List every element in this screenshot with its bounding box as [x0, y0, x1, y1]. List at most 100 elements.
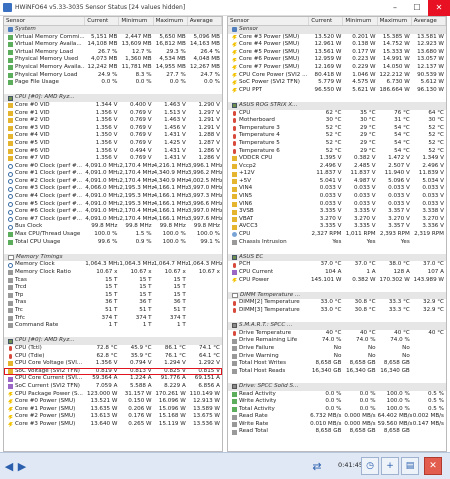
sensor-row[interactable]: AVCC3 3.335 V 3.335 V 3.357 V 3.336 V: [228, 223, 446, 231]
sensor-row[interactable]: Core #1 VID 1.356 V 0.769 V 1.513 V 1.297 V: [4, 110, 222, 118]
col-minimum[interactable]: Minimum: [119, 17, 154, 25]
sensor-row[interactable]: Core #7 Clock (perf #... 4,091.0 MHz 2,170…: [4, 216, 222, 224]
sensor-row[interactable]: Drive Remaining Life 74.0 % 74.0 % 74.0 %: [228, 337, 446, 345]
sensor-row[interactable]: Virtual Memory Commi... 5,151 MB 2,447 MB 5…: [4, 34, 222, 42]
sensor-row[interactable]: VIN4 0.033 V 0.033 V 0.033 V 0.033 V: [228, 185, 446, 193]
sensor-group-header[interactable]: CPU [#0]: AMD Ryz...: [4, 337, 222, 345]
sensor-row[interactable]: CPU Current 104 A 1 A 128 A 107 A: [228, 269, 446, 277]
sensor-row[interactable]: Total CPU Usage 99.6 % 0.9 % 100.0 % 99.1 %: [4, 239, 222, 247]
sensor-row[interactable]: Page File Usage 0.0 % 0.0 % 0.0 % 0.0 %: [4, 79, 222, 87]
sensor-row[interactable]: CPU Package Power (S... 123.000 W 31.157 W…: [4, 391, 222, 399]
sensor-row[interactable]: Core #7 Power (SMU) 12.169 W 0.229 W 14.050…: [228, 64, 446, 72]
sensor-row[interactable]: Core #2 Clock (perf #... 4,091.0 MHz 2,170…: [4, 178, 222, 186]
sensor-row[interactable]: Trp 15 T 15 T 15 T: [4, 292, 222, 300]
sensor-row[interactable]: Physical Memory Used 4,073 MB 1,360 MB 4,53…: [4, 56, 222, 64]
sensor-row[interactable]: Core #1 Power (SMU) 13.635 W 0.206 W 15.096…: [4, 406, 222, 414]
sensor-group-header[interactable]: Sensor: [228, 26, 446, 34]
sensor-row[interactable]: Write Activity 0.0 % 0.0 % 100.0 % 0.5 %: [228, 398, 446, 406]
sensor-row[interactable]: CPU 2,327 RPM 1,011 RPM 2,393 RPM 2,319 RPM: [228, 231, 446, 239]
sensor-table-left[interactable]: Sensor Current Minimum Maximum Average S…: [3, 16, 223, 452]
sensor-row[interactable]: Read Activity 0.0 % 0.0 % 100.0 % 0.5 %: [228, 391, 446, 399]
sensor-row[interactable]: Core #3 VID 1.356 V 0.769 V 1.456 V 1.291 V: [4, 125, 222, 133]
sensor-row[interactable]: Temperature 5 52 °C 29 °C 54 °C 52 °C: [228, 140, 446, 148]
sensor-row[interactable]: Core #3 Power (SMU) 13.520 W 0.201 W 15.385…: [228, 34, 446, 42]
sensor-row[interactable]: Virtual Memory Availa... 14,108 MB 13,609 …: [4, 41, 222, 49]
sensor-row[interactable]: Core #4 Power (SMU) 12.961 W 0.138 W 14.752…: [228, 41, 446, 49]
sensor-row[interactable]: Core #3 Clock (perf #... 4,066.0 MHz 2,195…: [4, 185, 222, 193]
arrow-left-icon[interactable]: ◀: [3, 458, 15, 474]
col-current[interactable]: Current: [85, 17, 120, 25]
sensor-row[interactable]: Memory Clock Ratio 10.67 x 10.67 x 10.67 x 1…: [4, 269, 222, 277]
sensor-row[interactable]: DIMM[2] Temperature 33.0 °C 30.8 °C 33.3 °C…: [228, 299, 446, 307]
col-maximum[interactable]: Maximum: [378, 17, 412, 25]
sensor-row[interactable]: Core #5 Clock (perf #... 4,091.0 MHz 2,195…: [4, 201, 222, 209]
sensor-row[interactable]: Vccp2 2.496 V 2.485 V 2.507 V 2.496 V: [228, 163, 446, 171]
maximize-button[interactable]: ☐: [406, 0, 428, 16]
sensor-group-header[interactable]: ASUS EC: [228, 253, 446, 262]
sensor-row[interactable]: Memory Clock 1,064.3 MHz 1,064.3 MHz 1,064.…: [4, 261, 222, 269]
add-icon[interactable]: +: [381, 457, 399, 475]
sensor-row[interactable]: Core #2 Power (SMU) 13.613 W 0.176 W 15.168…: [4, 413, 222, 421]
sensor-row[interactable]: Bus Clock 99.8 MHz 99.8 MHz 99.8 MHz 99.8 MH…: [4, 223, 222, 231]
sensor-row[interactable]: Core #0 VID 1.344 V 0.400 V 1.463 V 1.290 V: [4, 102, 222, 110]
sensor-row[interactable]: Motherboard 30 °C 30 °C 31 °C 30 °C: [228, 117, 446, 125]
sensor-group-header[interactable]: Memory Timings: [4, 253, 222, 262]
sensor-group-header[interactable]: S.M.A.R.T.: SPCC ...: [228, 322, 446, 330]
sensor-row[interactable]: Core #6 VID 1.356 V 0.494 V 1.431 V 1.286 V: [4, 148, 222, 156]
col-sensor[interactable]: Sensor: [4, 17, 86, 25]
clock-icon[interactable]: ◷: [361, 457, 379, 475]
sensor-row[interactable]: Core #4 Clock (perf #... 4,091.0 MHz 2,195…: [4, 193, 222, 201]
sensor-row[interactable]: Total Host Writes 8,658 GB 8,658 GB 8,658 G…: [228, 360, 446, 368]
sensor-row[interactable]: Core #0 Clock (perf #... 4,091.0 MHz 2,170…: [4, 163, 222, 171]
sensor-row[interactable]: Core #7 VID 1.356 V 0.769 V 1.431 V 1.286 V: [4, 155, 222, 163]
sensor-row[interactable]: Core #2 VID 1.356 V 0.769 V 1.463 V 1.291 V: [4, 117, 222, 125]
sensor-row[interactable]: Physical Memory Load 24.9 % 8.3 % 27.7 % 24.…: [4, 72, 222, 80]
col-sensor[interactable]: Sensor: [228, 17, 310, 25]
sensor-row[interactable]: Physical Memory Availa... 12,242 MB 11,781…: [4, 64, 222, 72]
sensor-group-header[interactable]: DIMM Temperature ...: [228, 291, 446, 300]
sensor-row[interactable]: 3VSB 3.335 V 3.335 V 3.357 V 3.338 V: [228, 208, 446, 216]
sensor-row[interactable]: CPU Core Voltage (SVI... 1.356 V 0.794 V 1.…: [4, 360, 222, 368]
sensor-row[interactable]: VDDCR CPU 1.395 V 0.382 V 1.472 V 1.349 V: [228, 155, 446, 163]
sensor-row[interactable]: Max CPU/Thread Usage 100.0 % 1.5 % 100.0 % 1…: [4, 231, 222, 239]
sensor-row[interactable]: DIMM[3] Temperature 33.0 °C 30.8 °C 33.3 °C…: [228, 307, 446, 315]
col-minimum[interactable]: Minimum: [343, 17, 378, 25]
sensor-row[interactable]: PCH 37.0 °C 37.0 °C 38.0 °C 37.0 °C: [228, 261, 446, 269]
sensor-row[interactable]: Temperature 4 52 °C 29 °C 54 °C 52 °C: [228, 132, 446, 140]
sensor-row[interactable]: VBAT 3.270 V 3.270 V 3.270 V 3.270 V: [228, 216, 446, 224]
sensor-row[interactable]: Core #3 Power (SMU) 13.640 W 0.265 W 15.119…: [4, 421, 222, 429]
col-current[interactable]: Current: [309, 17, 344, 25]
sensor-row[interactable]: CPU PPT 96.550 W 5.621 W 186.664 W 96.130 W: [228, 87, 446, 95]
sensor-row[interactable]: CPU Power 145.101 W 0.382 W 170.302 W 143.98…: [228, 277, 446, 285]
sensor-row[interactable]: Trfc 374 T 374 T 374 T: [4, 315, 222, 323]
sensor-row[interactable]: Core #5 VID 1.356 V 0.769 V 1.425 V 1.287 V: [4, 140, 222, 148]
sensor-row[interactable]: VIN5 0.033 V 0.033 V 0.033 V 0.033 V: [228, 193, 446, 201]
highlighted-sensor-row[interactable]: SoC Voltage (SVI2 TFN) 0.819 V 0.813 V 0.82…: [4, 367, 222, 376]
network-icon[interactable]: ⇄: [306, 458, 328, 474]
sensor-row[interactable]: CPU (Tdie) 62.8 °C 35.9 °C 76.1 °C 64.1 °C: [4, 353, 222, 361]
sensor-row[interactable]: Core #5 Power (SMU) 13.561 W 0.177 W 15.333…: [228, 49, 446, 57]
sensor-group-header[interactable]: ASUS ROG STRIX X...: [228, 101, 446, 110]
sensor-row[interactable]: Drive Temperature 40 °C 40 °C 40 °C 40 °C: [228, 330, 446, 338]
col-average[interactable]: Average: [188, 17, 222, 25]
sensor-row[interactable]: Core #6 Power (SMU) 12.959 W 0.223 W 14.991…: [228, 56, 446, 64]
sensor-row[interactable]: Tcas 15 T 15 T 15 T: [4, 277, 222, 285]
sensor-row[interactable]: Trc 51 T 51 T 51 T: [4, 307, 222, 315]
sensor-row[interactable]: +12V 11.837 V 11.837 V 11.940 V 11.839 V: [228, 170, 446, 178]
sensor-row[interactable]: Total Activity 0.0 % 0.0 % 100.0 % 0.5 %: [228, 406, 446, 414]
sensor-row[interactable]: Read Rate 6.732 MB/s 0.000 MB/s 64.402 MB/s…: [228, 413, 446, 421]
col-maximum[interactable]: Maximum: [154, 17, 188, 25]
sensor-row[interactable]: Read Total 8,658 GB 8,658 GB 8,658 GB: [228, 428, 446, 436]
sensor-row[interactable]: Drive Failure No No No: [228, 345, 446, 353]
sensor-row[interactable]: Core #1 Clock (perf #... 4,091.0 MHz 2,170…: [4, 170, 222, 178]
close-icon[interactable]: ✕: [424, 457, 442, 475]
sensor-row[interactable]: Core #6 Clock (perf #... 4,091.0 MHz 2,170…: [4, 208, 222, 216]
sensor-row[interactable]: Total Host Reads 16,340 GB 16,340 GB 16,340…: [228, 368, 446, 376]
sensor-row[interactable]: Virtual Memory Load 26.7 % 12.7 % 29.3 % 26.…: [4, 49, 222, 57]
sensor-group-header[interactable]: Drive: SPCC Solid S...: [228, 382, 446, 391]
sensor-row[interactable]: Core #4 VID 1.350 V 0.769 V 1.431 V 1.288 V: [4, 132, 222, 140]
sensor-table-right[interactable]: Sensor Current Minimum Maximum Average S…: [227, 16, 447, 452]
minimize-button[interactable]: –: [384, 0, 406, 16]
sensor-row[interactable]: +5V 5.041 V 4.987 V 5.096 V 5.034 V: [228, 178, 446, 186]
sensor-row[interactable]: Write Rate 0.010 MB/s 0.000 MB/s 59.560 MB/…: [228, 421, 446, 429]
